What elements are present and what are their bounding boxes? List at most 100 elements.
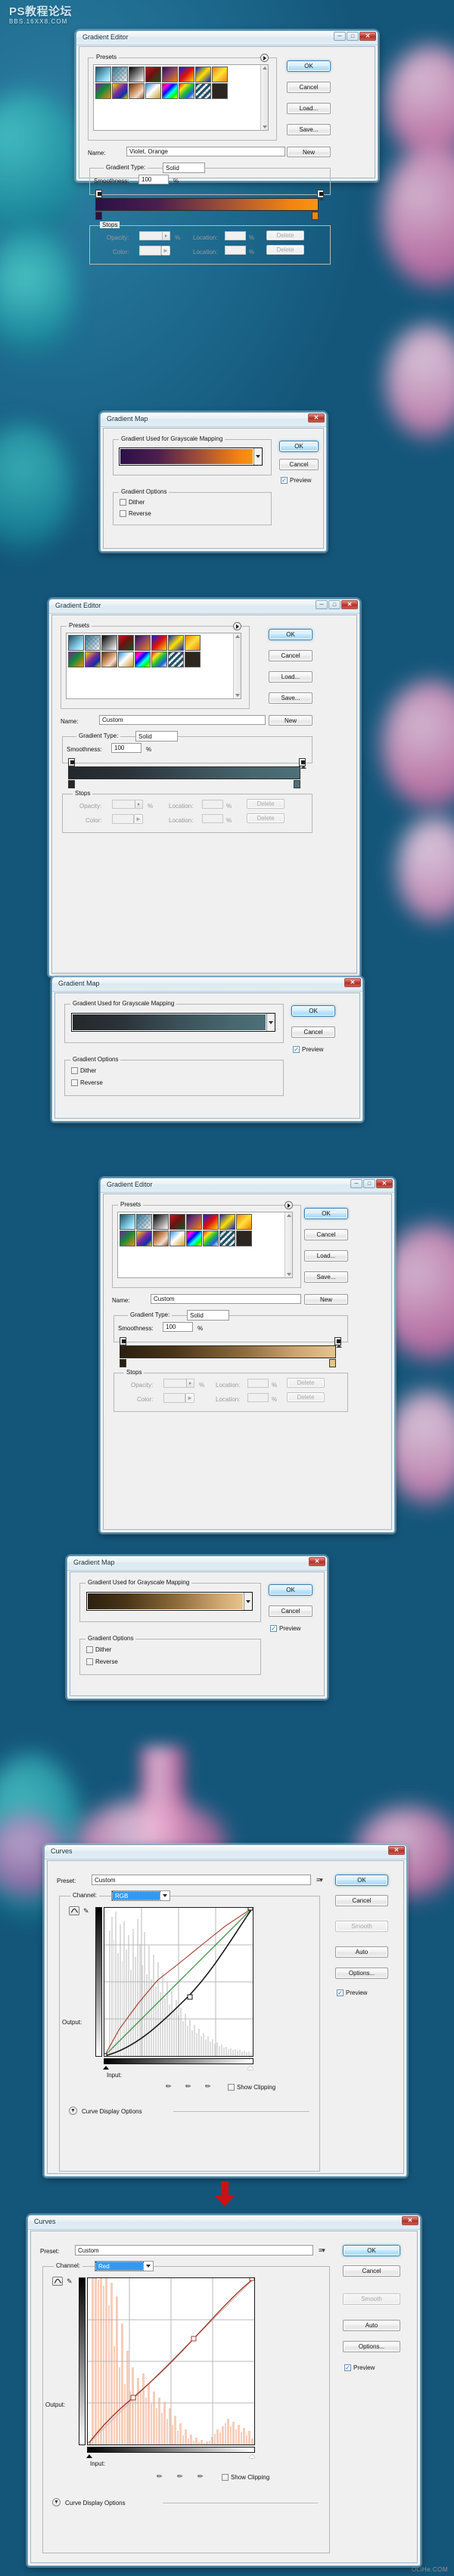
close-icon[interactable]: ✕ <box>341 600 358 609</box>
preview-checkbox[interactable]: ✓ Preview <box>344 2364 375 2371</box>
ok-button[interactable]: OK <box>279 441 319 452</box>
gradient-type-select[interactable]: Solid <box>163 163 205 173</box>
cancel-button[interactable]: Cancel <box>269 1605 313 1617</box>
scroll-down-icon[interactable] <box>235 694 240 697</box>
scroll-up-icon[interactable] <box>286 1214 291 1217</box>
window-buttons[interactable]: ✕ <box>309 1557 325 1566</box>
gradient-map-preview[interactable] <box>86 1592 253 1611</box>
window-buttons[interactable]: ✕ <box>402 2216 418 2225</box>
preset-swatch[interactable] <box>120 1231 135 1246</box>
preview-checkbox[interactable]: ✓ Preview <box>281 477 311 484</box>
color-location-input[interactable] <box>225 246 246 255</box>
color-stop-right[interactable] <box>294 780 300 788</box>
gradient-dropdown-icon[interactable] <box>244 1593 252 1610</box>
window-buttons[interactable]: ✕ <box>388 1846 405 1855</box>
cancel-button[interactable]: Cancel <box>304 1229 348 1240</box>
color-picker-arrow-icon[interactable]: ► <box>134 814 143 824</box>
preset-swatch[interactable] <box>186 1214 202 1230</box>
minimize-icon[interactable]: ─ <box>334 32 346 41</box>
color-picker-arrow-icon[interactable]: ► <box>161 246 170 255</box>
white-eyedropper-icon[interactable]: ✏ <box>197 2472 204 2481</box>
close-icon[interactable]: ✕ <box>359 32 376 41</box>
presets-scrollbar[interactable] <box>260 65 268 130</box>
opacity-delete-button[interactable]: Delete <box>287 1378 325 1388</box>
preset-swatch[interactable] <box>85 635 101 651</box>
reverse-checkbox[interactable]: Reverse <box>71 1079 103 1086</box>
preset-swatch[interactable] <box>185 652 201 667</box>
gradient-editor-window-3[interactable]: Gradient Editor ─ □ ✕ Presets OK Cancel … <box>100 1178 395 1533</box>
pencil-tool-icon[interactable]: ✎ <box>67 2277 73 2286</box>
pencil-tool-icon[interactable]: ✎ <box>83 1907 89 1915</box>
titlebar[interactable]: Gradient Editor ─ □ ✕ <box>76 31 378 45</box>
white-eyedropper-icon[interactable]: ✏ <box>205 2082 211 2091</box>
presets-swatch-list[interactable] <box>66 633 241 699</box>
ok-button[interactable]: OK <box>343 2245 400 2256</box>
smoothness-input[interactable]: 100 <box>111 743 141 753</box>
window-buttons[interactable]: ─ □ ✕ <box>334 32 376 41</box>
titlebar[interactable]: Gradient Map ✕ <box>52 977 362 992</box>
black-point-marker[interactable] <box>86 2454 92 2458</box>
save-button[interactable]: Save... <box>269 692 313 704</box>
maximize-icon[interactable]: □ <box>363 1179 375 1188</box>
color-swatch-field[interactable] <box>139 246 161 255</box>
opacity-stepper[interactable] <box>162 232 169 240</box>
preset-swatch[interactable] <box>145 83 161 99</box>
curves-window-2[interactable]: Curves ✕ Preset: Custom ≡▾ OK Cancel Smo… <box>27 2215 421 2566</box>
channel-select[interactable]: Red <box>95 2261 154 2271</box>
load-button[interactable]: Load... <box>269 671 313 683</box>
smooth-button[interactable]: Smooth <box>343 2293 400 2305</box>
ok-button[interactable]: OK <box>291 1005 335 1017</box>
preset-swatch[interactable] <box>185 635 201 651</box>
gradient-preview-strip[interactable] <box>68 766 300 779</box>
preset-swatch[interactable] <box>101 652 117 667</box>
opacity-location-input[interactable] <box>247 1379 269 1388</box>
preset-swatch[interactable] <box>151 635 167 651</box>
opacity-input[interactable] <box>112 800 143 809</box>
preset-swatch-grid[interactable] <box>120 1214 252 1246</box>
preset-menu-icon[interactable]: ≡▾ <box>316 1876 323 1884</box>
curves-window-1[interactable]: Curves ✕ Preset: Custom ≡▾ OK Cancel Smo… <box>44 1844 407 2177</box>
new-button[interactable]: New <box>269 715 313 726</box>
close-icon[interactable]: ✕ <box>344 978 361 987</box>
preset-swatch[interactable] <box>151 652 167 667</box>
preset-menu-icon[interactable]: ≡▾ <box>319 2246 325 2255</box>
gradient-name-input[interactable]: Violet, Orange <box>126 147 285 156</box>
gradient-type-select[interactable]: Solid <box>187 1310 229 1321</box>
curves-plot[interactable] <box>104 1907 253 2057</box>
preset-swatch[interactable] <box>135 635 151 651</box>
auto-button[interactable]: Auto <box>343 2320 400 2331</box>
cancel-button[interactable]: Cancel <box>279 459 319 470</box>
presets-scrollbar[interactable] <box>233 633 241 698</box>
preview-checkbox[interactable]: ✓ Preview <box>293 1046 323 1053</box>
gradient-dropdown-icon[interactable] <box>253 448 262 465</box>
smoothness-input[interactable]: 100 <box>163 1322 193 1332</box>
minimize-icon[interactable]: ─ <box>316 600 328 609</box>
preset-swatch[interactable] <box>112 67 128 82</box>
ok-button[interactable]: OK <box>287 60 331 72</box>
gradient-preview-strip[interactable] <box>95 198 319 211</box>
opacity-delete-button[interactable]: Delete <box>247 799 285 809</box>
gradient-editor-window-2[interactable]: Gradient Editor ─ □ ✕ Presets OK Cancel … <box>48 599 360 977</box>
preset-swatch[interactable] <box>195 83 211 99</box>
color-delete-button[interactable]: Delete <box>287 1392 325 1402</box>
gradient-editor-window-1[interactable]: Gradient Editor ─ □ ✕ Presets OK Cancel … <box>76 30 378 265</box>
cancel-button[interactable]: Cancel <box>287 82 331 93</box>
preset-swatch[interactable] <box>95 67 111 82</box>
preset-swatch[interactable] <box>120 1214 135 1230</box>
dither-checkbox[interactable]: Dither <box>86 1646 111 1653</box>
close-icon[interactable]: ✕ <box>388 1846 405 1855</box>
preset-select[interactable]: Custom <box>92 1875 311 1885</box>
presets-swatch-list[interactable] <box>93 64 269 131</box>
close-icon[interactable]: ✕ <box>402 2216 418 2225</box>
preset-swatch[interactable] <box>129 67 145 82</box>
preset-swatch[interactable] <box>153 1214 169 1230</box>
preset-swatch[interactable] <box>145 67 161 82</box>
scroll-up-icon[interactable] <box>235 635 240 638</box>
gradient-name-input[interactable]: Custom <box>99 715 266 725</box>
black-point-marker[interactable] <box>103 2066 109 2070</box>
opacity-delete-button[interactable]: Delete <box>266 231 304 240</box>
window-buttons[interactable]: ─ □ ✕ <box>350 1179 393 1188</box>
channel-select[interactable]: RGB <box>111 1890 170 1901</box>
cancel-button[interactable]: Cancel <box>335 1895 388 1906</box>
preset-swatch[interactable] <box>162 67 178 82</box>
